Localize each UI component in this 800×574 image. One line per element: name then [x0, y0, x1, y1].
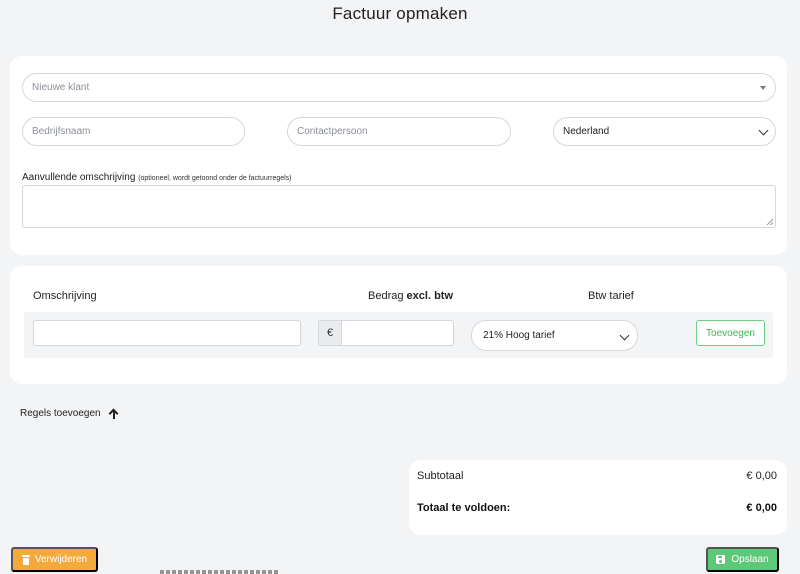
grand-total-value: € 0,00: [746, 502, 777, 514]
vat-rate-value: 21% Hoog tarief: [483, 330, 555, 341]
resize-handle-icon[interactable]: [767, 219, 773, 225]
client-select[interactable]: Nieuwe klant: [22, 73, 776, 102]
company-name-placeholder: Bedrijfsnaam: [32, 126, 91, 137]
contact-person-placeholder: Contactpersoon: [297, 126, 368, 137]
amount-header-bold: excl. btw: [406, 290, 454, 302]
save-button-label: Opslaan: [731, 554, 769, 565]
contact-person-input[interactable]: Contactpersoon: [287, 117, 511, 146]
chevron-down-icon: [619, 330, 630, 341]
subtotal-value: € 0,00: [746, 470, 777, 482]
line-description-input[interactable]: [33, 320, 301, 346]
column-header-description: Omschrijving: [33, 290, 97, 302]
trash-icon: [21, 554, 30, 565]
add-rules-toggle[interactable]: Regels toevoegen: [20, 408, 119, 419]
delete-button-label: Verwijderen: [34, 554, 88, 565]
totals-card: Subtotaal € 0,00 Totaal te voldoen: € 0,…: [409, 460, 787, 535]
description-label-text: Aanvullende omschrijving: [22, 172, 136, 183]
client-card: Nieuwe klant Bedrijfsnaam Contactpersoon…: [10, 56, 787, 255]
page-title: Factuur opmaken: [332, 4, 468, 23]
floppy-icon: [716, 555, 726, 564]
arrow-up-icon: [109, 409, 119, 419]
column-header-amount: Bedrag excl. btw: [368, 290, 453, 302]
add-line-button[interactable]: Toevoegen: [696, 320, 765, 346]
invoice-lines-card: Omschrijving Bedrag excl. btw Btw tarief…: [10, 266, 787, 384]
country-select[interactable]: Nederland: [553, 117, 776, 146]
grand-total-label: Totaal te voldoen:: [417, 502, 511, 514]
save-button[interactable]: Opslaan: [706, 547, 779, 572]
caret-down-icon: [760, 86, 766, 90]
column-header-vat: Btw tarief: [588, 290, 634, 302]
delete-button[interactable]: Verwijderen: [11, 547, 98, 572]
line-amount-input[interactable]: [342, 320, 454, 346]
invoice-line-row: € 21% Hoog tarief Toevoegen: [24, 312, 773, 358]
euro-icon: €: [318, 320, 342, 346]
amount-header-prefix: Bedrag: [368, 290, 404, 302]
grand-total-row: Totaal te voldoen: € 0,00: [417, 502, 777, 514]
description-textarea[interactable]: [22, 185, 776, 228]
subtotal-row: Subtotaal € 0,00: [417, 470, 777, 482]
description-label: Aanvullende omschrijving (optioneel, wor…: [22, 172, 292, 183]
chevron-down-icon: [758, 125, 769, 136]
add-rules-label: Regels toevoegen: [20, 408, 101, 419]
vat-rate-select[interactable]: 21% Hoog tarief: [471, 320, 638, 351]
company-name-input[interactable]: Bedrijfsnaam: [22, 117, 245, 146]
subtotal-label: Subtotaal: [417, 470, 464, 482]
country-select-value: Nederland: [563, 126, 610, 137]
clipped-footer-text: [160, 570, 280, 574]
description-hint: (optioneel, wordt getoond onder de factu…: [138, 175, 292, 182]
client-select-placeholder: Nieuwe klant: [32, 82, 90, 93]
